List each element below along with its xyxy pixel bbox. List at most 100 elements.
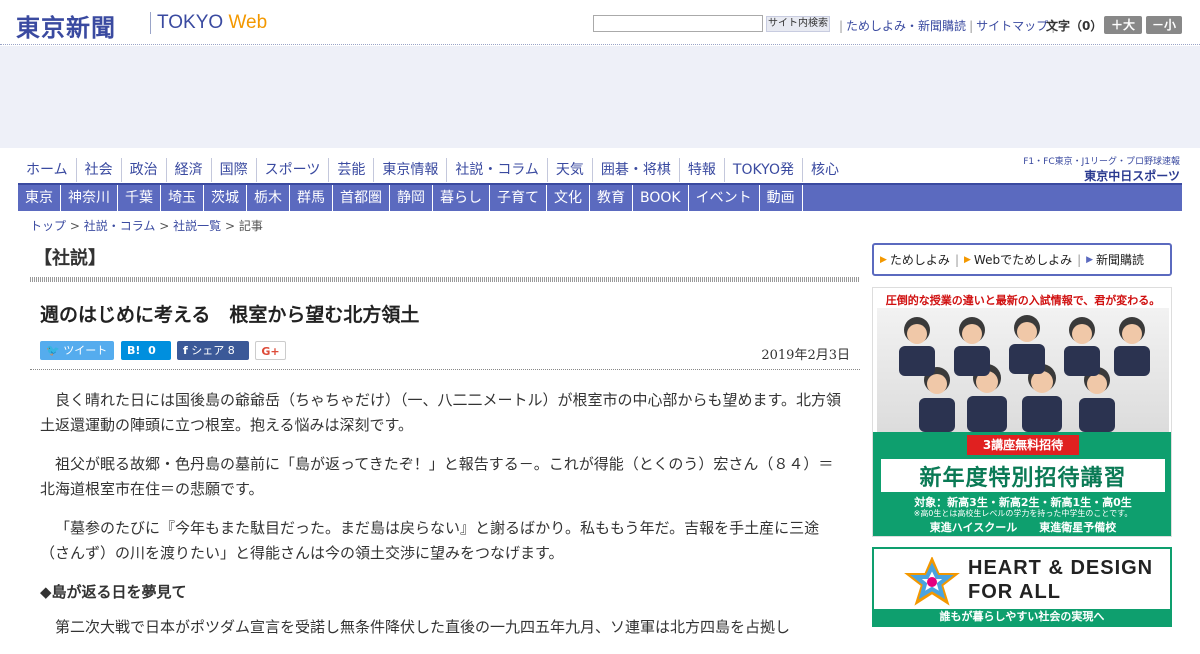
section-divider <box>30 277 860 282</box>
regional-nav-item[interactable]: 栃木 <box>247 185 290 211</box>
regional-nav-item[interactable]: イベント <box>689 185 760 211</box>
ad-schools: 東進ハイスクール 東進衛星予備校 <box>929 521 1117 534</box>
link-separator: | <box>969 19 974 33</box>
ad2-title-line2: FOR ALL <box>968 581 1061 603</box>
top-ad-banner[interactable] <box>0 46 1200 148</box>
facebook-icon: f <box>183 344 188 357</box>
chunichi-sports-link[interactable]: F1・FC東京・J1リーグ・プロ野球速報 東京中日スポーツ <box>1018 154 1180 184</box>
article-paragraph: 「墓参のたびに『今年もまた駄目だった。まだ島は戻らない』と謝るばかり。私ももう年… <box>40 519 820 562</box>
font-size-increase-button[interactable]: ＋大 <box>1104 16 1142 34</box>
logo-web-text: Web <box>228 12 268 33</box>
triangle-right-icon: ▶ <box>880 254 887 265</box>
breadcrumb-current: 記事 <box>238 219 263 233</box>
regional-nav-item[interactable]: 群馬 <box>290 185 333 211</box>
breadcrumb-editorial-column[interactable]: 社説・コラム <box>84 219 156 233</box>
hatena-count: 0 <box>148 344 156 357</box>
chunichi-tagline: F1・FC東京・J1リーグ・プロ野球速報 <box>1023 157 1180 167</box>
tweet-label: ツイート <box>63 344 108 357</box>
sitemap-link[interactable]: サイトマップ <box>976 19 1048 33</box>
primary-nav-item[interactable]: 囲碁・将棋 <box>593 158 680 182</box>
tokyo-web-logo[interactable]: TOKYO Web <box>157 12 267 34</box>
font-size-label: 文字（0） <box>1046 19 1103 33</box>
subscribe-link[interactable]: 新聞購読 <box>1096 251 1144 268</box>
regional-nav-item[interactable]: 静岡 <box>390 185 433 211</box>
triangle-right-icon: ▶ <box>1086 254 1094 265</box>
web-trial-read-link[interactable]: Webでためしよみ <box>974 251 1072 268</box>
primary-nav-item[interactable]: 政治 <box>122 158 167 182</box>
ad-main-copy: 新年度特別招待講習 <box>881 459 1165 492</box>
logo-divider <box>150 12 151 34</box>
primary-nav-item[interactable]: TOKYO発 <box>725 158 803 182</box>
breadcrumb-separator: > <box>224 219 235 233</box>
primary-nav-item[interactable]: 国際 <box>212 158 257 182</box>
hatena-bookmark-button[interactable]: B! 0 <box>121 341 171 360</box>
regional-nav-item[interactable]: 神奈川 <box>61 185 118 211</box>
regional-nav-item[interactable]: 文化 <box>547 185 590 211</box>
facebook-share-count: 8 <box>227 344 235 357</box>
logo-tokyo-text: TOKYO <box>157 12 224 33</box>
article-paragraph: 祖父が眠る故郷・色丹島の墓前に「島が返ってきたぞ！」と報告する－。これが得能（と… <box>40 455 834 498</box>
regional-nav-item[interactable]: 茨城 <box>204 185 247 211</box>
ad-free-invitation-badge: 3講座無料招待 <box>967 435 1079 455</box>
section-label: 【社説】 <box>34 248 106 269</box>
breadcrumb-top[interactable]: トップ <box>30 219 66 233</box>
ad2-title-line1: HEART & DESIGN <box>968 557 1154 579</box>
link-separator: | <box>839 19 844 33</box>
primary-nav-item[interactable]: 特報 <box>680 158 725 182</box>
article-paragraph: 第二次大戦で日本がポツダム宣言を受諾し無条件降伏した直後の一九四五年九月、ソ連軍… <box>55 618 791 636</box>
ad-instructors-photo <box>877 308 1169 432</box>
primary-nav-item[interactable]: 社説・コラム <box>447 158 548 182</box>
ad-note: ※高0生とは高校生レベルの学力を持った中学生のことです。 <box>913 509 1133 518</box>
primary-nav-item[interactable]: ホーム <box>18 158 77 182</box>
regional-nav-item[interactable]: 暮らし <box>433 185 490 211</box>
primary-nav-item[interactable]: 経済 <box>167 158 212 182</box>
article-date: 2019年2月3日 <box>761 348 850 363</box>
facebook-share-button[interactable]: f シェア 8 <box>177 341 249 360</box>
search-input[interactable] <box>593 15 763 32</box>
regional-nav: 東京 神奈川 千葉 埼玉 茨城 栃木 群馬 首都圏 静岡 暮らし 子育て 文化 教育 BOOK イベント 動画 <box>18 185 1182 211</box>
site-header: 東京新聞 TOKYO Web サイト内検索 | ためしよみ・新聞購読 | サイトマップ… <box>0 0 1200 45</box>
primary-nav-item[interactable]: スポーツ <box>257 158 330 182</box>
article-body: 良く晴れた日には国後島の爺爺岳（ちゃちゃだけ）（一、八二二メートル）が根室市の中… <box>40 388 845 654</box>
primary-nav-item[interactable]: 天気 <box>548 158 593 182</box>
regional-nav-item[interactable]: 東京 <box>18 185 61 211</box>
primary-nav: ホーム 社会 政治 経済 国際 スポーツ 芸能 東京情報 社説・コラム 天気 囲碁・将棋 特報 TOKY… <box>18 158 847 182</box>
article-title: 週のはじめに考える 根室から望む北方領土 <box>40 304 420 326</box>
article-divider <box>30 369 860 370</box>
tweet-button[interactable]: 🐦 ツイート <box>40 341 114 360</box>
regional-nav-item[interactable]: 埼玉 <box>161 185 204 211</box>
primary-nav-item[interactable]: 芸能 <box>329 158 375 182</box>
facebook-share-label: シェア <box>191 344 225 357</box>
ad-people-illustration <box>899 315 1150 432</box>
heart-design-ad-banner[interactable]: HEART & DESIGN FOR ALL 誰もが暮らしやすい社会の実現へ <box>872 547 1172 627</box>
ad-headline: 圧倒的な授業の違いと最新の入試情報で、君が変わる。 <box>885 294 1161 307</box>
breadcrumb: トップ > 社説・コラム > 社説一覧 > 記事 <box>30 217 263 234</box>
tokyo-shimbun-logo[interactable]: 東京新聞 <box>16 8 116 43</box>
regional-nav-item[interactable]: BOOK <box>633 185 689 211</box>
hatena-bookmark-icon: B! <box>127 344 141 357</box>
toshin-ad-banner[interactable]: 圧倒的な授業の違いと最新の入試情報で、君が変わる。 3講座無料招待 新年度特別招… <box>872 287 1172 537</box>
regional-nav-item[interactable]: 動画 <box>760 185 803 211</box>
primary-nav-item[interactable]: 核心 <box>803 158 847 182</box>
site-search-button[interactable]: サイト内検索 <box>766 16 830 32</box>
primary-nav-item[interactable]: 東京情報 <box>374 158 448 182</box>
twitter-bird-icon: 🐦 <box>46 344 60 357</box>
trial-subscribe-link[interactable]: ためしよみ・新聞購読 <box>846 19 966 33</box>
trial-read-link[interactable]: ためしよみ <box>890 251 950 268</box>
breadcrumb-editorial-list[interactable]: 社説一覧 <box>173 219 221 233</box>
heart-design-logo-icon <box>904 557 960 606</box>
font-size-decrease-button[interactable]: －小 <box>1146 16 1182 34</box>
link-separator: | <box>1077 252 1082 267</box>
triangle-right-icon: ▶ <box>963 254 971 265</box>
regional-nav-item[interactable]: 千葉 <box>118 185 161 211</box>
google-plus-button[interactable]: G+ <box>255 341 286 360</box>
regional-nav-item[interactable]: 教育 <box>590 185 633 211</box>
link-separator: | <box>954 252 959 267</box>
article-paragraph: 良く晴れた日には国後島の爺爺岳（ちゃちゃだけ）（一、八二二メートル）が根室市の中… <box>40 391 842 434</box>
regional-nav-item[interactable]: 子育て <box>490 185 547 211</box>
chunichi-name: 東京中日スポーツ <box>1084 169 1180 183</box>
ad2-tagline: 誰もが暮らしやすい社会の実現へ <box>874 609 1170 625</box>
regional-nav-item[interactable]: 首都圏 <box>333 185 390 211</box>
primary-nav-item[interactable]: 社会 <box>77 158 122 182</box>
article-subheading: ◆島が返る日を夢見て <box>40 583 187 601</box>
